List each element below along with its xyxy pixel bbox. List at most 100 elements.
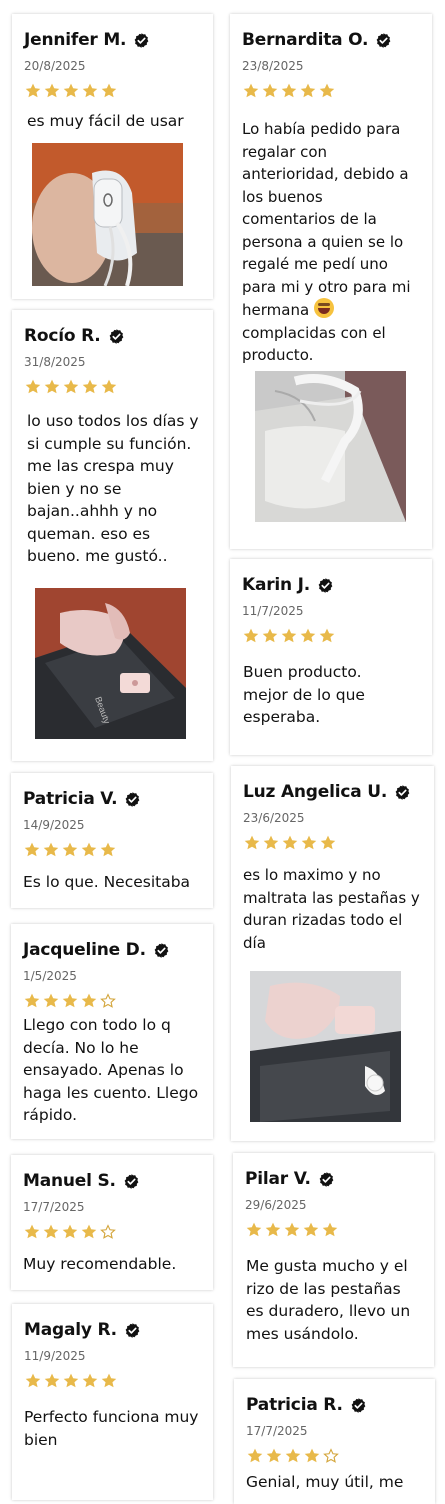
star-rating <box>243 834 422 852</box>
review-date: 1/5/2025 <box>23 969 77 983</box>
review-text: es muy fácil de usar <box>27 112 184 130</box>
star-filled-icon <box>81 378 99 396</box>
verified-badge-icon <box>317 577 334 594</box>
star-rating <box>24 378 201 396</box>
review-card: Manuel S. 17/7/2025 Muy recomendable. <box>11 1155 213 1290</box>
review-text: Llego con todo lo q decía. No lo he ensa… <box>23 1016 199 1124</box>
review-text: Perfecto funciona muy bien <box>24 1408 199 1449</box>
star-filled-icon <box>243 834 261 852</box>
verified-badge-icon <box>124 1322 141 1339</box>
verified-badge-icon <box>153 942 170 959</box>
reviewer-name: Manuel S. <box>23 1171 116 1191</box>
star-filled-icon <box>62 378 80 396</box>
review-date: 20/8/2025 <box>24 59 86 73</box>
star-filled-icon <box>318 82 336 100</box>
reviewer-name: Luz Angelica U. <box>243 782 388 802</box>
star-filled-icon <box>24 1372 42 1390</box>
star-filled-icon <box>302 1221 320 1239</box>
star-filled-icon <box>23 841 41 859</box>
review-date: 17/7/2025 <box>23 1200 85 1214</box>
verified-badge-icon <box>350 1397 367 1414</box>
star-filled-icon <box>299 82 317 100</box>
verified-badge-icon <box>124 791 141 808</box>
star-filled-icon <box>81 82 99 100</box>
review-photo[interactable] <box>255 371 406 522</box>
star-empty-icon <box>99 1223 117 1241</box>
reviewer-name: Patricia R. <box>246 1395 343 1415</box>
star-filled-icon <box>100 82 118 100</box>
verified-badge-icon <box>133 32 150 49</box>
review-card: Bernardita O. 23/8/2025 Lo había pedido … <box>230 14 432 549</box>
star-empty-icon <box>99 992 117 1010</box>
star-rating <box>246 1447 423 1465</box>
review-text: Buen producto. mejor de lo que esperaba. <box>243 663 365 726</box>
review-photo[interactable] <box>32 143 183 286</box>
star-filled-icon <box>42 841 60 859</box>
review-text: Muy recomendable. <box>23 1255 177 1273</box>
star-filled-icon <box>24 378 42 396</box>
star-rating <box>23 992 201 1010</box>
star-filled-icon <box>299 627 317 645</box>
review-date: 23/8/2025 <box>242 59 304 73</box>
review-text: lo uso todos los días y si cumple su fun… <box>27 412 199 565</box>
star-filled-icon <box>321 1221 339 1239</box>
smiling-face-with-sweat-emoji-icon <box>313 298 334 318</box>
review-date: 31/8/2025 <box>24 355 86 369</box>
star-filled-icon <box>262 834 280 852</box>
star-filled-icon <box>242 82 260 100</box>
star-filled-icon <box>300 834 318 852</box>
review-card: Magaly R. 11/9/2025 Perfecto funciona mu… <box>12 1304 213 1500</box>
reviewer-name: Jennifer M. <box>24 30 127 50</box>
star-filled-icon <box>280 627 298 645</box>
review-date: 14/9/2025 <box>23 818 85 832</box>
review-date: 11/9/2025 <box>24 1349 86 1363</box>
star-filled-icon <box>43 82 61 100</box>
reviewer-name: Jacqueline D. <box>23 940 146 960</box>
star-filled-icon <box>23 1223 41 1241</box>
star-filled-icon <box>284 1447 302 1465</box>
verified-badge-icon <box>318 1171 335 1188</box>
star-filled-icon <box>264 1221 282 1239</box>
star-filled-icon <box>100 378 118 396</box>
star-filled-icon <box>283 1221 301 1239</box>
verified-badge-icon <box>394 784 411 801</box>
verified-badge-icon <box>375 32 392 49</box>
reviewer-name: Karin J. <box>242 575 311 595</box>
review-card: Karin J. 11/7/2025 Buen producto. mejor … <box>230 559 432 755</box>
star-filled-icon <box>81 1372 99 1390</box>
star-filled-icon <box>265 1447 283 1465</box>
star-filled-icon <box>43 378 61 396</box>
reviewer-name: Patricia V. <box>23 789 118 809</box>
review-text: Me gusta mucho y el rizo de las pestañas… <box>246 1257 411 1343</box>
star-filled-icon <box>42 992 60 1010</box>
reviewer-name: Bernardita O. <box>242 30 369 50</box>
review-text: Es lo que. Necesitaba <box>23 873 191 891</box>
star-filled-icon <box>23 992 41 1010</box>
review-text: Genial, muy útil, me <box>246 1473 404 1491</box>
review-card: Pilar V. 29/6/2025 Me gusta mucho y el r… <box>233 1153 434 1367</box>
review-photo[interactable]: Beauty <box>35 588 186 739</box>
star-filled-icon <box>261 82 279 100</box>
star-rating <box>242 627 420 645</box>
reviewer-name: Magaly R. <box>24 1320 117 1340</box>
star-filled-icon <box>280 82 298 100</box>
star-rating <box>242 82 420 100</box>
star-filled-icon <box>43 1372 61 1390</box>
reviewer-name: Pilar V. <box>245 1169 311 1189</box>
review-text-part: complacidas con el producto. <box>242 323 386 365</box>
reviewer-name: Rocío R. <box>24 326 101 346</box>
star-filled-icon <box>61 1223 79 1241</box>
star-filled-icon <box>42 1223 60 1241</box>
star-filled-icon <box>319 834 337 852</box>
star-filled-icon <box>80 992 98 1010</box>
verified-badge-icon <box>108 328 125 345</box>
review-date: 17/7/2025 <box>246 1424 308 1438</box>
review-photo[interactable] <box>250 971 401 1122</box>
review-card: Rocío R. 31/8/2025 lo uso todos los días… <box>12 310 213 761</box>
verified-badge-icon <box>123 1173 140 1190</box>
star-filled-icon <box>80 841 98 859</box>
star-filled-icon <box>61 992 79 1010</box>
review-card: Luz Angelica U. 23/6/2025 es lo maximo y… <box>231 766 434 1141</box>
review-date: 11/7/2025 <box>242 604 304 618</box>
review-card: Patricia V. 14/9/2025 Es lo que. Necesit… <box>11 773 213 908</box>
